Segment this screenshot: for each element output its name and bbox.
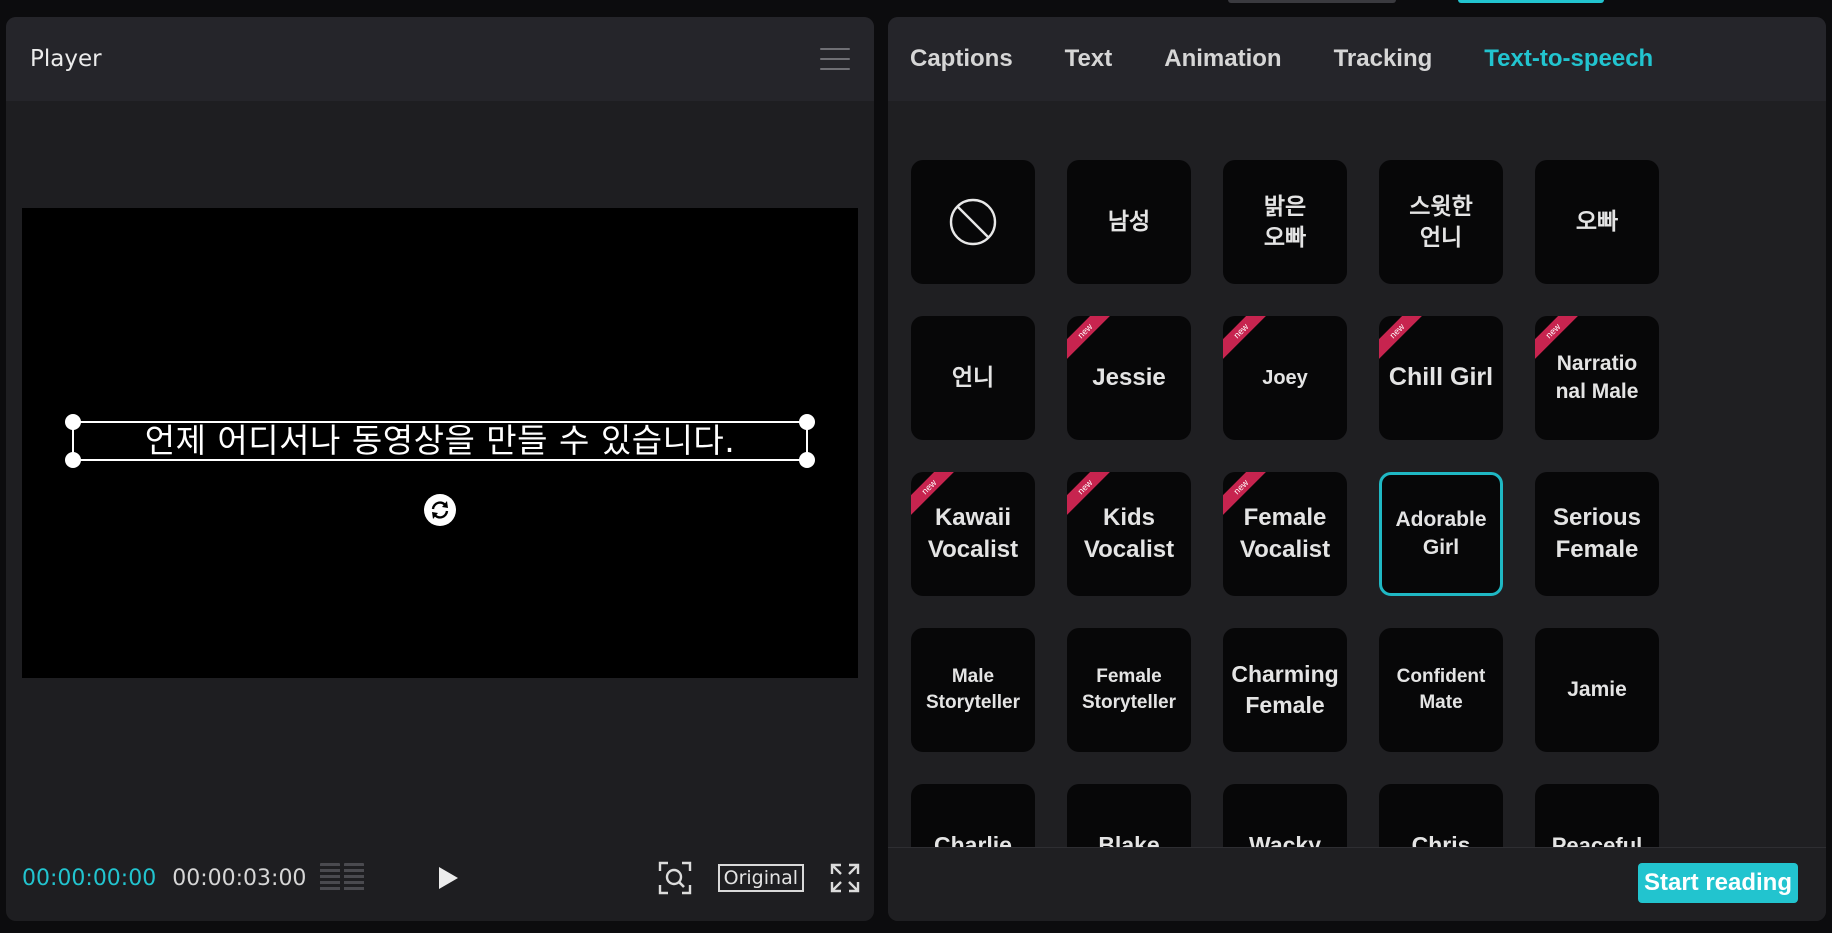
resize-handle-bottom-right[interactable] [799, 452, 815, 468]
tab-captions[interactable]: Captions [910, 45, 1013, 73]
voice-card-label: 스윗한 언니 [1409, 192, 1473, 250]
voice-grid: 남성 밝은 오빠 스윗한 언니 오빠 언니 Jessie new Joey new Chill G… [911, 160, 1811, 850]
voice-card[interactable]: Narratio nal Male new [1535, 316, 1659, 440]
voice-card-label: Joey [1262, 366, 1308, 389]
voice-card-label: Serious Female [1552, 503, 1642, 563]
voice-card[interactable]: Adorable Girl [1379, 472, 1503, 596]
timeline-grid-icon[interactable] [320, 863, 365, 893]
resize-handle-bottom-left[interactable] [65, 452, 81, 468]
zoom-fit-icon[interactable] [658, 861, 692, 895]
voice-card-label: 오빠 [1575, 208, 1619, 235]
voice-card-label: Confident Mate [1396, 666, 1486, 713]
voice-card-label: 언니 [951, 364, 995, 391]
voice-card[interactable]: Female Storyteller [1067, 628, 1191, 752]
player-title: Player [30, 46, 102, 72]
voice-card-label: Narratio nal Male [1555, 351, 1639, 403]
voice-card[interactable]: 남성 [1067, 160, 1191, 284]
voice-card-label: Kawaii Vocalist [927, 503, 1019, 563]
voice-card[interactable]: Peaceful [1535, 784, 1659, 850]
rotate-icon[interactable] [424, 494, 456, 526]
new-badge: new [1223, 316, 1275, 365]
resize-handle-top-right[interactable] [799, 414, 815, 430]
voice-card[interactable]: Kids Vocalist new [1067, 472, 1191, 596]
tab-text-to-speech[interactable]: Text-to-speech [1484, 45, 1653, 73]
voice-card-label: 밝은 오빠 [1263, 192, 1307, 250]
voice-card[interactable]: 언니 [911, 316, 1035, 440]
player-panel: Player 언제 어디서나 동영상을 만들 수 있습니다. 00:00:00:… [6, 17, 874, 921]
menu-icon[interactable] [820, 48, 850, 70]
voice-card-label: Chill Girl [1388, 363, 1494, 392]
panel-tabs: Captions Text Animation Tracking Text-to… [888, 17, 1826, 101]
voice-card-label: Jessie [1092, 363, 1166, 391]
total-time: 00:00:03:00 [172, 865, 307, 891]
fullscreen-icon[interactable] [830, 863, 860, 893]
voice-card-label: 남성 [1107, 208, 1151, 235]
voice-card-label: Kids Vocalist [1083, 503, 1175, 563]
caption-text[interactable]: 언제 어디서나 동영상을 만들 수 있습니다. [74, 421, 806, 461]
new-badge: new [1379, 316, 1431, 365]
voice-card[interactable]: Chris [1379, 784, 1503, 850]
tab-text[interactable]: Text [1065, 45, 1113, 73]
app-window: Player 언제 어디서나 동영상을 만들 수 있습니다. 00:00:00:… [0, 0, 1832, 933]
caption-selection-box[interactable]: 언제 어디서나 동영상을 만들 수 있습니다. [65, 414, 815, 468]
player-header: Player [6, 17, 874, 101]
player-right-controls: Original [658, 835, 860, 921]
voice-card[interactable]: Jamie [1535, 628, 1659, 752]
resize-handle-top-left[interactable] [65, 414, 81, 430]
voice-card-label: Female Storyteller [1082, 666, 1176, 713]
voice-card[interactable]: Joey new [1223, 316, 1347, 440]
top-control-left[interactable] [1228, 0, 1396, 3]
voice-card-label: Female Vocalist [1239, 503, 1331, 563]
no-voice-icon [949, 198, 997, 246]
voice-card[interactable]: Jessie new [1067, 316, 1191, 440]
voice-card[interactable]: Chill Girl new [1379, 316, 1503, 440]
playback-controls: 00:00:00:00 00:00:03:00 Original [6, 835, 874, 921]
voice-card-label: Jamie [1567, 677, 1627, 701]
voice-card[interactable]: Kawaii Vocalist new [911, 472, 1035, 596]
voice-card-label: Adorable Girl [1395, 507, 1487, 559]
voice-card[interactable]: Charming Female [1223, 628, 1347, 752]
voice-card[interactable]: Charlie [911, 784, 1035, 850]
voice-card[interactable]: Female Vocalist new [1223, 472, 1347, 596]
play-icon[interactable] [436, 865, 460, 891]
voice-card[interactable]: Male Storyteller [911, 628, 1035, 752]
panel-footer: Start reading [888, 847, 1826, 921]
voice-card[interactable]: 오빠 [1535, 160, 1659, 284]
start-reading-button[interactable]: Start reading [1637, 863, 1798, 903]
voice-card[interactable]: Wacky [1223, 784, 1347, 850]
voice-card[interactable]: 스윗한 언니 [1379, 160, 1503, 284]
voice-card[interactable]: Confident Mate [1379, 628, 1503, 752]
video-preview[interactable]: 언제 어디서나 동영상을 만들 수 있습니다. [22, 208, 858, 678]
voice-card[interactable]: Serious Female [1535, 472, 1659, 596]
voice-card-none[interactable] [911, 160, 1035, 284]
voice-card[interactable]: Blake [1067, 784, 1191, 850]
tab-tracking[interactable]: Tracking [1334, 45, 1433, 73]
voice-card[interactable]: 밝은 오빠 [1223, 160, 1347, 284]
properties-panel: Captions Text Animation Tracking Text-to… [888, 17, 1826, 921]
current-time: 00:00:00:00 [22, 865, 157, 891]
tab-animation[interactable]: Animation [1164, 45, 1281, 73]
new-badge: new [1067, 316, 1119, 365]
voice-card-label: Charming Female [1231, 660, 1339, 718]
top-control-right[interactable] [1458, 0, 1604, 3]
voice-card-label: Male Storyteller [926, 666, 1020, 713]
original-ratio-button[interactable]: Original [717, 864, 804, 892]
